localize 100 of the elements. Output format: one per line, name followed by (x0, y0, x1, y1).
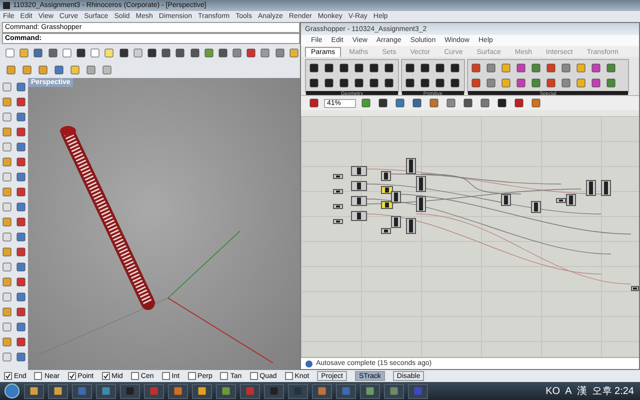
component-button[interactable] (418, 76, 432, 90)
component-node[interactable] (556, 198, 566, 203)
component-node[interactable] (501, 194, 511, 206)
square-icon (2, 82, 12, 92)
component-node[interactable] (391, 191, 401, 203)
square-icon (16, 202, 26, 212)
toolbar-button[interactable] (376, 96, 390, 110)
component-button[interactable] (448, 76, 462, 90)
component-node[interactable] (416, 196, 426, 212)
component-button[interactable] (418, 61, 432, 75)
tray-indicator[interactable]: A (565, 386, 572, 396)
square-icon (2, 202, 12, 212)
square-icon (293, 386, 303, 396)
component-button[interactable] (337, 61, 351, 75)
taskbar-button[interactable] (96, 384, 116, 398)
tray-indicator[interactable]: 漢 (576, 384, 587, 398)
toolbar-button[interactable] (14, 95, 28, 109)
component-button[interactable] (322, 61, 336, 75)
taskbar-button[interactable] (360, 384, 380, 398)
toolbar-button[interactable] (410, 96, 424, 110)
toolbar-button[interactable] (245, 46, 258, 60)
toolbar-button[interactable] (74, 46, 88, 60)
component-button[interactable] (382, 76, 396, 90)
component-button[interactable] (589, 76, 603, 90)
toolbar-button[interactable] (14, 125, 28, 139)
square-icon (274, 48, 285, 58)
component-button[interactable] (433, 61, 447, 75)
component-node[interactable] (381, 186, 393, 194)
component-button[interactable] (544, 76, 558, 90)
component-node[interactable] (531, 201, 541, 213)
toolbar-button[interactable] (14, 335, 28, 349)
toolbar-button[interactable] (174, 46, 186, 60)
component-node[interactable] (631, 286, 639, 291)
toolbar-button[interactable] (160, 46, 172, 60)
component-button[interactable] (544, 61, 558, 75)
tray-indicator[interactable]: KO (546, 386, 560, 396)
component-node[interactable] (333, 189, 343, 194)
component-node[interactable] (351, 211, 367, 221)
component-button[interactable] (322, 76, 336, 90)
component-node[interactable] (586, 180, 596, 196)
component-button[interactable] (403, 61, 417, 75)
component-button[interactable] (352, 61, 366, 75)
toolbar-button[interactable] (14, 305, 28, 319)
start-button-icon[interactable] (4, 383, 20, 399)
toolbar-button[interactable] (14, 155, 28, 169)
toolbar-button[interactable] (14, 275, 28, 289)
square-icon (606, 63, 616, 73)
component-button[interactable] (403, 76, 417, 90)
component-button[interactable] (367, 61, 381, 75)
toolbar-button[interactable] (216, 46, 229, 60)
clock[interactable]: 오후 2:24 (592, 384, 634, 398)
component-node[interactable] (333, 204, 343, 209)
toolbar-button[interactable] (495, 96, 509, 110)
component-button[interactable] (307, 61, 321, 75)
component-node[interactable] (333, 174, 343, 179)
component-node[interactable] (381, 201, 393, 209)
component-button[interactable] (589, 61, 603, 75)
component-button[interactable] (514, 76, 528, 90)
component-button[interactable] (514, 61, 528, 75)
toolbar-button[interactable] (14, 245, 28, 259)
toolbar-button[interactable] (307, 96, 321, 110)
taskbar-button[interactable] (48, 384, 68, 398)
component-button[interactable] (307, 76, 321, 90)
component-button[interactable] (352, 76, 366, 90)
component-node[interactable] (351, 181, 367, 191)
toolbar-button[interactable] (146, 46, 158, 60)
toolbar-button[interactable] (512, 96, 526, 110)
component-node[interactable] (416, 176, 426, 192)
component-node[interactable] (333, 219, 343, 224)
toolbar-button[interactable] (118, 46, 130, 60)
component-node[interactable] (351, 166, 367, 176)
component-button[interactable] (337, 76, 351, 90)
component-button[interactable] (469, 76, 483, 90)
toolbar-button[interactable] (461, 96, 475, 110)
square-icon (486, 63, 496, 73)
component-node[interactable] (566, 194, 576, 206)
taskbar-button[interactable] (168, 384, 188, 398)
component-node[interactable] (381, 171, 391, 181)
taskbar-button[interactable] (24, 384, 44, 398)
taskbar-button[interactable] (384, 384, 404, 398)
taskbar-button[interactable] (216, 384, 236, 398)
check-icon (68, 373, 75, 379)
taskbar-button[interactable] (192, 384, 212, 398)
component-button[interactable] (469, 61, 483, 75)
component-node[interactable] (406, 158, 416, 174)
component-button[interactable] (433, 76, 447, 90)
node-canvas[interactable] (301, 110, 639, 357)
component-node[interactable] (391, 216, 401, 228)
toolbar-button[interactable] (14, 185, 28, 199)
component-node[interactable] (601, 180, 611, 196)
component-node[interactable] (381, 228, 391, 234)
component-button[interactable] (367, 76, 381, 90)
component-node[interactable] (406, 218, 416, 234)
toolbar-button[interactable] (46, 46, 59, 60)
component-button[interactable] (382, 61, 396, 75)
component-node[interactable] (351, 196, 367, 206)
taskbar-button[interactable] (312, 384, 332, 398)
toolbar-button[interactable] (188, 46, 201, 60)
toolbar-button[interactable] (14, 215, 28, 229)
component-button[interactable] (448, 61, 462, 75)
